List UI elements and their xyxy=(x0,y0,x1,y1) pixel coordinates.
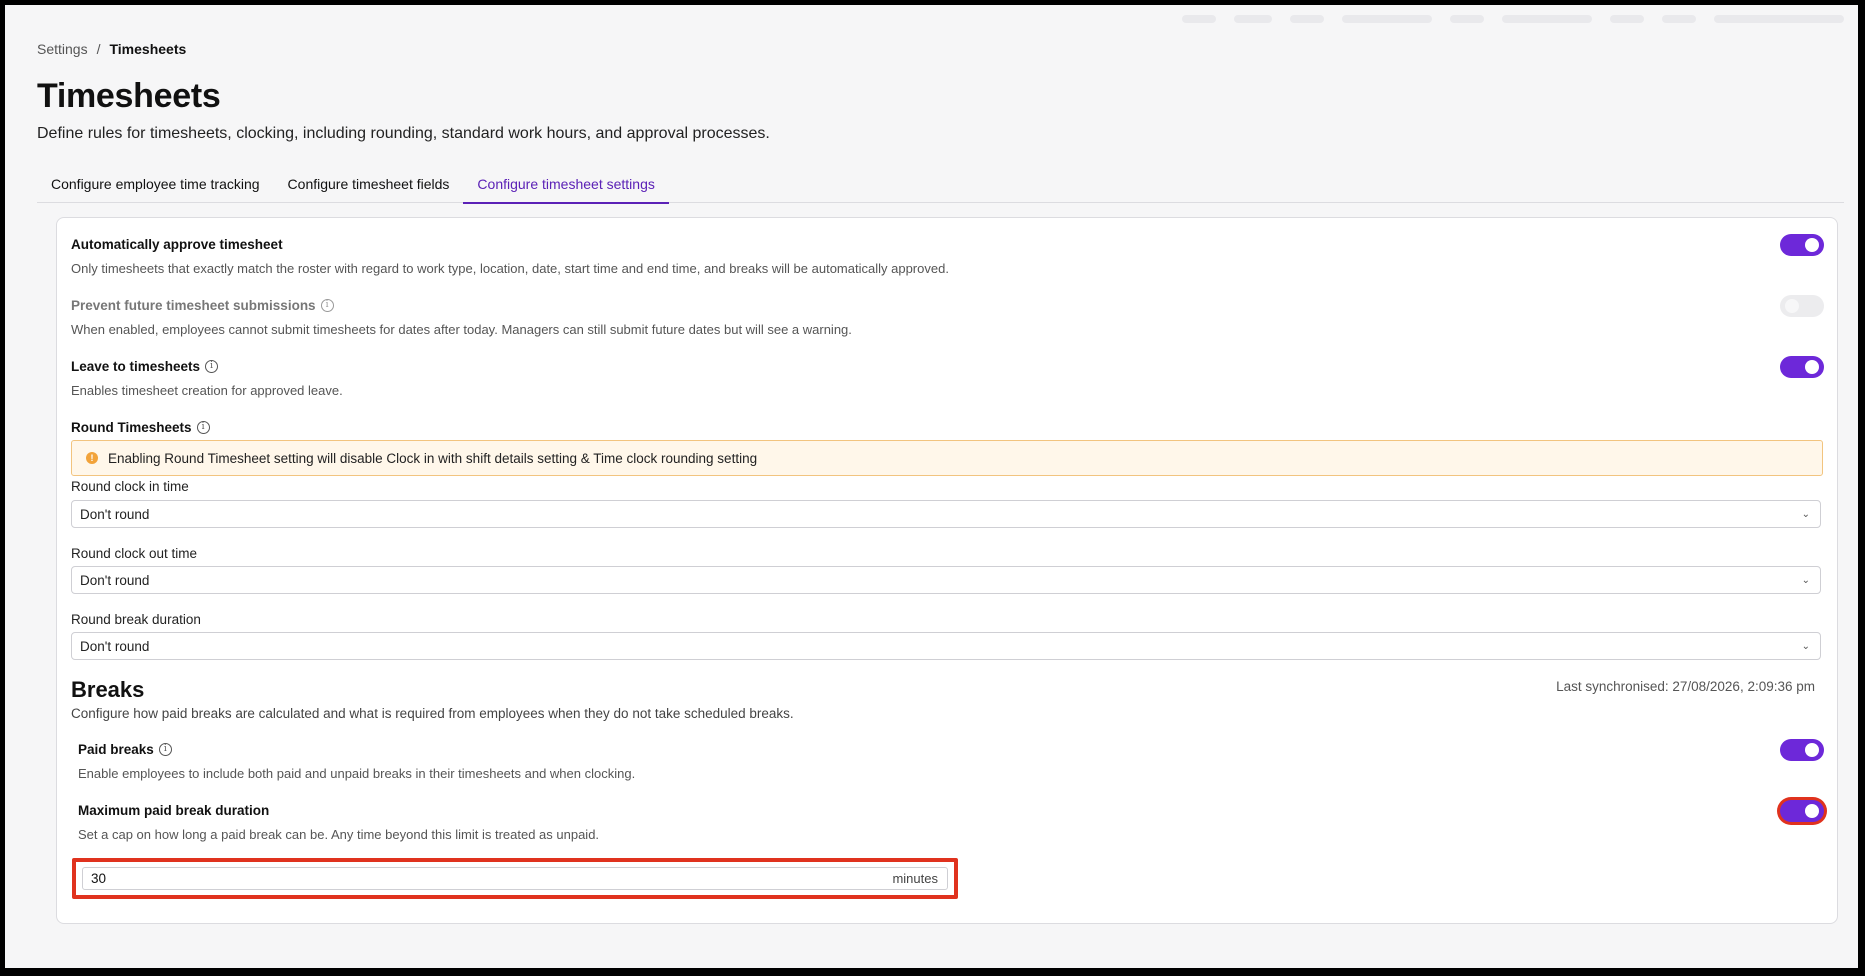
chevron-down-icon: ⌄ xyxy=(1801,574,1810,586)
round-clock-in-select[interactable]: Don't round ⌄ xyxy=(71,500,1821,528)
tab-bar: Configure employee time tracking Configu… xyxy=(37,168,1844,204)
auto-approve-toggle[interactable] xyxy=(1780,234,1824,256)
round-timesheets-title: Round Timesheets xyxy=(71,420,192,435)
leave-to-timesheets-toggle[interactable] xyxy=(1780,356,1824,378)
tab-timesheet-fields[interactable]: Configure timesheet fields xyxy=(274,168,464,202)
info-icon[interactable]: i xyxy=(196,421,210,434)
app-frame: Settings / Timesheets Timesheets Define ru… xyxy=(5,5,1858,968)
round-clock-in-value: Don't round xyxy=(80,506,150,522)
prevent-future-description: When enabled, employees cannot submit ti… xyxy=(71,322,852,337)
info-icon[interactable]: i xyxy=(205,360,219,373)
chevron-down-icon: ⌄ xyxy=(1801,640,1810,652)
max-paid-break-toggle[interactable] xyxy=(1780,800,1824,822)
prevent-future-title: Prevent future timesheet submissions xyxy=(71,298,316,313)
tab-timesheet-settings[interactable]: Configure timesheet settings xyxy=(463,168,669,204)
max-paid-break-title: Maximum paid break duration xyxy=(78,803,270,818)
round-warning-banner: ! Enabling Round Timesheet setting will … xyxy=(71,440,1823,476)
leave-to-timesheets-setting: Leave to timesheets i Enables timesheet c… xyxy=(71,359,1818,398)
breadcrumb-settings-link[interactable]: Settings xyxy=(37,41,88,57)
chevron-down-icon: ⌄ xyxy=(1801,508,1810,520)
breaks-heading: Breaks xyxy=(71,677,145,702)
max-paid-break-field[interactable]: minutes xyxy=(82,867,948,890)
round-break-duration-value: Don't round xyxy=(80,638,150,654)
paid-breaks-description: Enable employees to include both paid an… xyxy=(78,766,636,781)
max-paid-break-highlight: minutes xyxy=(72,858,958,899)
prevent-future-toggle[interactable] xyxy=(1780,295,1824,317)
paid-breaks-setting: Paid breaks i Enable employees to include… xyxy=(78,742,1818,781)
breadcrumb: Settings / Timesheets xyxy=(37,41,186,57)
round-clock-out-value: Don't round xyxy=(80,572,150,588)
max-paid-break-setting: Maximum paid break duration Set a cap on… xyxy=(78,803,1818,842)
page-description: Define rules for timesheets, clocking, i… xyxy=(37,125,770,142)
round-clock-in-label: Round clock in time xyxy=(71,479,189,494)
paid-breaks-title: Paid breaks xyxy=(78,742,154,757)
round-timesheets-heading: Round Timesheets i xyxy=(71,420,1818,435)
minutes-unit-label: minutes xyxy=(892,871,938,886)
leave-to-timesheets-title: Leave to timesheets xyxy=(71,359,201,374)
round-clock-out-select[interactable]: Don't round ⌄ xyxy=(71,566,1821,594)
breadcrumb-separator: / xyxy=(96,41,101,57)
round-break-duration-select[interactable]: Don't round ⌄ xyxy=(71,632,1821,660)
auto-approve-setting: Automatically approve timesheet Only tim… xyxy=(71,237,1818,276)
top-nav-faint xyxy=(1182,15,1844,23)
breadcrumb-current: Timesheets xyxy=(109,41,187,57)
round-warning-text: Enabling Round Timesheet setting will di… xyxy=(108,450,758,466)
last-synchronised: Last synchronised: 27/08/2026, 2:09:36 p… xyxy=(1556,679,1815,694)
info-icon[interactable]: i xyxy=(158,743,172,756)
tab-employee-time-tracking[interactable]: Configure employee time tracking xyxy=(37,168,274,202)
page-title: Timesheets xyxy=(37,77,221,115)
auto-approve-description: Only timesheets that exactly match the r… xyxy=(71,261,949,276)
round-clock-out-label: Round clock out time xyxy=(71,546,198,561)
max-paid-break-description: Set a cap on how long a paid break can b… xyxy=(78,827,600,842)
round-break-duration-label: Round break duration xyxy=(71,612,201,627)
paid-breaks-toggle[interactable] xyxy=(1780,739,1824,761)
max-paid-break-input[interactable] xyxy=(83,871,893,886)
warning-icon: ! xyxy=(86,452,98,464)
breaks-description: Configure how paid breaks are calculated… xyxy=(71,706,794,721)
leave-to-timesheets-description: Enables timesheet creation for approved … xyxy=(71,383,343,398)
info-icon[interactable]: i xyxy=(320,299,334,312)
prevent-future-setting: Prevent future timesheet submissions i Wh… xyxy=(71,298,1818,337)
auto-approve-title: Automatically approve timesheet xyxy=(71,237,283,252)
